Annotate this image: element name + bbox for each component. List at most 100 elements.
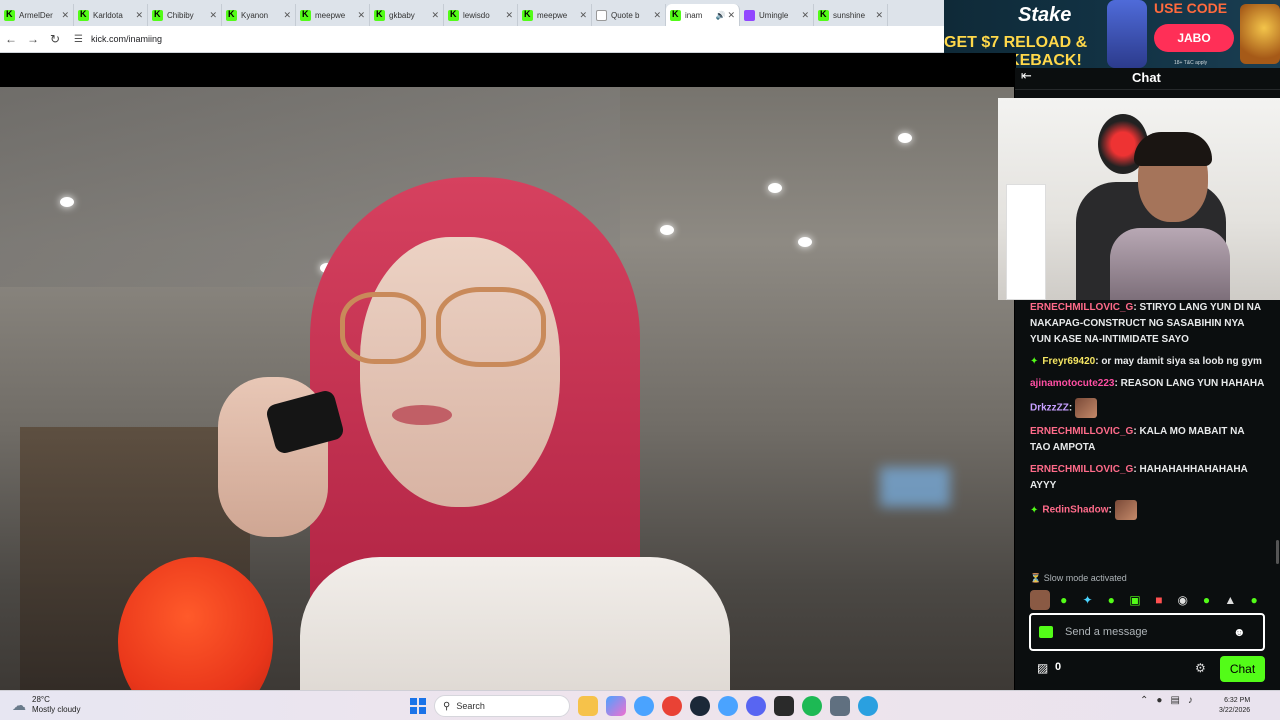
- chat-message: ✦ RedinShadow:: [1030, 500, 1265, 520]
- message-input[interactable]: [1065, 622, 1225, 642]
- slow-mode-icon: ⏳: [1030, 573, 1042, 583]
- chat-scrollbar[interactable]: [1276, 540, 1279, 564]
- taskbar-search[interactable]: ⚲ Search: [434, 695, 570, 717]
- emoji-icon[interactable]: ☻: [1233, 625, 1246, 639]
- browser-tab[interactable]: ArmelDer ✕: [0, 4, 74, 26]
- ad-code-button[interactable]: JABO: [1154, 24, 1234, 52]
- reload-icon[interactable]: ↻: [44, 32, 66, 46]
- emote-angry[interactable]: ■: [1149, 590, 1169, 610]
- secondary-stream-cam[interactable]: [998, 98, 1280, 300]
- clock-time: 6:32 PM: [1224, 697, 1251, 704]
- ceiling-light: [660, 225, 674, 235]
- chat-username[interactable]: ERNECHMILLOVIC_G: [1030, 302, 1133, 313]
- twitch-favicon-icon: [744, 9, 755, 21]
- browser-tab[interactable]: Quote b ✕: [592, 4, 666, 26]
- emote-laugh[interactable]: ●: [1101, 590, 1121, 610]
- tab-title: Kyanon: [241, 10, 269, 20]
- quote-favicon-icon: [596, 9, 607, 21]
- collapse-chat-icon[interactable]: ⇤: [1021, 68, 1032, 84]
- points-count: 0: [1055, 661, 1062, 673]
- chrome-profile-icon[interactable]: [662, 696, 682, 716]
- close-tab-icon[interactable]: ✕: [209, 10, 217, 21]
- chat-message: ✦ Freyr69420: or may damit siya sa loob n…: [1030, 356, 1262, 367]
- browser-tab[interactable]: lewisdo ✕: [444, 4, 518, 26]
- close-tab-icon[interactable]: ✕: [579, 10, 587, 21]
- browser-tab[interactable]: Chibiby ✕: [148, 4, 222, 26]
- url-text: kick.com/inamiing: [90, 34, 162, 44]
- browser-tab[interactable]: Karldota ✕: [74, 4, 148, 26]
- browser-tab[interactable]: Umingle ✕: [740, 4, 814, 26]
- chat-username[interactable]: Freyr69420: [1042, 356, 1095, 367]
- steam-icon[interactable]: [690, 696, 710, 716]
- close-tab-icon[interactable]: ✕: [875, 10, 883, 21]
- close-tab-icon[interactable]: ✕: [727, 10, 735, 21]
- send-chat-button[interactable]: Chat: [1220, 656, 1265, 682]
- chevron-up-icon[interactable]: ⌃: [1140, 695, 1148, 706]
- chat-username[interactable]: DrkzzZZ: [1030, 403, 1069, 414]
- emote-kekw[interactable]: ●: [1244, 590, 1264, 610]
- app-icon[interactable]: [774, 696, 794, 716]
- file-explorer-icon[interactable]: [578, 696, 598, 716]
- calculator-icon[interactable]: [830, 696, 850, 716]
- chat-username[interactable]: RedinShadow: [1042, 505, 1108, 516]
- chat-username[interactable]: ajinamotocute223: [1030, 378, 1114, 389]
- close-tab-icon[interactable]: ✕: [653, 10, 661, 21]
- forward-icon[interactable]: →: [22, 32, 44, 46]
- ad-fine-print: 18+ T&C apply: [1174, 60, 1208, 66]
- kick-favicon-icon: [152, 9, 163, 21]
- chat-message: DrkzzZZ:: [1030, 398, 1265, 418]
- close-tab-icon[interactable]: ✕: [431, 10, 439, 21]
- url-field[interactable]: ☰ kick.com/inamiing: [74, 34, 162, 45]
- emote-face[interactable]: [1030, 590, 1050, 610]
- ceiling-light: [898, 133, 912, 143]
- emote-skull[interactable]: ◉: [1173, 590, 1193, 610]
- close-tab-icon[interactable]: ✕: [283, 10, 291, 21]
- search-label: Search: [456, 701, 485, 711]
- browser-icon[interactable]: [718, 696, 738, 716]
- kick-favicon-icon: [818, 9, 829, 21]
- close-tab-icon[interactable]: ✕: [135, 10, 143, 21]
- discord-icon[interactable]: [746, 696, 766, 716]
- video-player[interactable]: [0, 53, 1016, 710]
- emote-bar: ● ✦ ● ▣ ■ ◉ ● ▲ ●: [1030, 590, 1264, 610]
- emote-frog[interactable]: ●: [1054, 590, 1074, 610]
- chat-messages: ERNECHMILLOVIC_G: STIRYO LANG YUN DI NA …: [1015, 300, 1265, 570]
- emote-cup[interactable]: ▣: [1125, 590, 1145, 610]
- chrome-icon[interactable]: [634, 696, 654, 716]
- emote-chat[interactable]: ●: [1197, 590, 1217, 610]
- clock[interactable]: 6:32 PM 3/22/2026: [1219, 696, 1250, 716]
- points-icon[interactable]: ▨: [1037, 661, 1048, 675]
- browser-tab[interactable]: meepwe ✕: [518, 4, 592, 26]
- chat-emote[interactable]: [1114, 500, 1137, 520]
- audio-playing-icon[interactable]: 🔊: [715, 11, 725, 20]
- emote-ghost[interactable]: ▲: [1220, 590, 1240, 610]
- chat-input-box[interactable]: ☻: [1029, 613, 1265, 651]
- browser-tab[interactable]: Kyanon ✕: [222, 4, 296, 26]
- close-tab-icon[interactable]: ✕: [61, 10, 69, 21]
- close-tab-icon[interactable]: ✕: [357, 10, 365, 21]
- chat-header: ⇤ Chat: [1015, 68, 1280, 90]
- site-info-icon[interactable]: ☰: [74, 34, 83, 45]
- spotify-icon[interactable]: [802, 696, 822, 716]
- microphone-icon[interactable]: ●: [1156, 695, 1162, 706]
- stream-video-frame[interactable]: [0, 87, 1014, 710]
- start-icon[interactable]: [410, 698, 426, 714]
- close-tab-icon[interactable]: ✕: [801, 10, 809, 21]
- close-tab-icon[interactable]: ✕: [505, 10, 513, 21]
- browser-tab[interactable]: gkbaby ✕: [370, 4, 444, 26]
- chat-username[interactable]: ERNECHMILLOVIC_G: [1030, 464, 1133, 475]
- gift-icon[interactable]: [1039, 626, 1053, 638]
- emote-dance[interactable]: ✦: [1078, 590, 1098, 610]
- network-icon[interactable]: ▤: [1170, 695, 1179, 706]
- chat-emote[interactable]: [1075, 398, 1098, 418]
- weather-widget[interactable]: ☁ 28°C Mostly cloudy: [12, 695, 80, 715]
- browser-tab[interactable]: meepwe ✕: [296, 4, 370, 26]
- browser-tab[interactable]: sunshine ✕: [814, 4, 888, 26]
- chat-settings-icon[interactable]: ⚙: [1195, 661, 1206, 675]
- volume-icon[interactable]: ♪: [1188, 695, 1193, 706]
- telegram-icon[interactable]: [858, 696, 878, 716]
- back-icon[interactable]: ←: [0, 32, 22, 46]
- browser-tab[interactable]: inam 🔊✕: [666, 4, 740, 26]
- chat-username[interactable]: ERNECHMILLOVIC_G: [1030, 426, 1133, 437]
- copilot-icon[interactable]: [606, 696, 626, 716]
